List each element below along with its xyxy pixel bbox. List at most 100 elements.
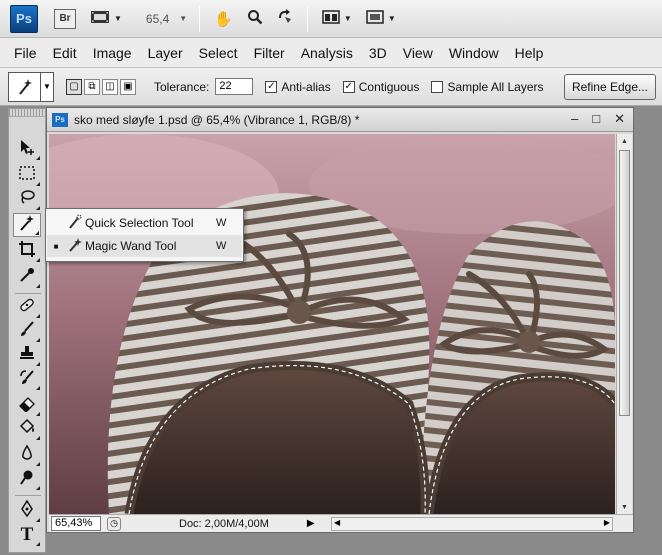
new-selection-button[interactable]: ▢: [66, 78, 82, 95]
divider: [15, 293, 41, 294]
magic-wand-tool[interactable]: [13, 213, 41, 237]
flyout-item-label: Magic Wand Tool: [85, 239, 177, 253]
submenu-indicator-icon: [36, 284, 40, 288]
clone-stamp-tool[interactable]: [13, 343, 41, 367]
sample-all-layers-checkbox[interactable]: Sample All Layers: [431, 80, 544, 94]
maximize-icon[interactable]: □: [592, 111, 600, 127]
flyout-item-shortcut: W: [216, 217, 227, 229]
subtract-from-selection-button[interactable]: ◫: [102, 78, 118, 95]
checkbox-unchecked-icon: [431, 80, 444, 93]
menu-filter[interactable]: Filter: [246, 45, 293, 61]
magic-wand-icon: [9, 72, 41, 101]
hand-tool-button[interactable]: ✋: [214, 10, 233, 28]
scroll-up-icon[interactable]: ▲: [617, 134, 632, 148]
submenu-indicator-icon: [36, 486, 40, 490]
screen-mode-button[interactable]: ▼: [366, 9, 396, 29]
vertical-scrollbar[interactable]: ▲ ▼: [616, 134, 632, 514]
close-icon[interactable]: ✕: [614, 111, 625, 127]
arrange-documents-button[interactable]: ▼: [322, 9, 352, 29]
pen-tool[interactable]: [13, 499, 41, 523]
refine-edge-button[interactable]: Refine Edge...: [564, 74, 656, 100]
horizontal-scrollbar[interactable]: ◀ ▶: [331, 517, 613, 531]
tolerance-input[interactable]: 22: [215, 78, 254, 95]
chevron-down-icon: ▼: [343, 14, 352, 23]
launch-bridge-button[interactable]: Br: [54, 8, 76, 29]
dodge-tool[interactable]: [13, 467, 41, 491]
eraser-tool[interactable]: [13, 393, 41, 417]
selected-bullet-icon: ■: [53, 241, 59, 251]
submenu-indicator-icon: [36, 412, 40, 416]
lasso-icon: [18, 188, 36, 211]
menu-3d[interactable]: 3D: [361, 45, 395, 61]
type-tool[interactable]: T: [13, 523, 41, 547]
scroll-down-icon[interactable]: ▼: [617, 500, 632, 514]
view-extras-button[interactable]: ▼: [90, 9, 122, 29]
document-title-bar[interactable]: Ps sko med sløyfe 1.psd @ 65,4% (Vibranc…: [47, 108, 633, 132]
quick-selection-icon: [65, 214, 85, 233]
menu-file[interactable]: File: [6, 45, 45, 61]
panel-grip[interactable]: [9, 109, 45, 117]
chevron-down-icon: ▼: [43, 82, 51, 91]
document-type-icon: Ps: [52, 112, 68, 127]
minimize-icon[interactable]: ‒: [571, 111, 578, 127]
history-brush-tool[interactable]: [13, 367, 41, 391]
submenu-indicator-icon: [35, 231, 39, 235]
flyout-item-label: Quick Selection Tool: [85, 216, 194, 230]
scroll-left-icon[interactable]: ◀: [334, 518, 340, 527]
intersect-selection-button[interactable]: ▣: [120, 78, 136, 95]
scroll-right-icon[interactable]: ▶: [604, 518, 610, 527]
magic-wand-icon: [65, 237, 85, 256]
status-info-icon[interactable]: ◷: [107, 516, 121, 531]
move-icon: [18, 138, 36, 161]
pen-icon: [18, 499, 36, 523]
chevron-down-icon: ▼: [114, 14, 122, 23]
type-icon: T: [20, 524, 34, 545]
crop-tool[interactable]: [13, 239, 41, 263]
menu-edit[interactable]: Edit: [45, 45, 85, 61]
scrollbar-thumb[interactable]: [619, 150, 630, 416]
add-to-selection-button[interactable]: ⧉: [84, 78, 100, 95]
checkbox-checked-icon: ✓: [342, 80, 355, 93]
submenu-indicator-icon: [36, 542, 40, 546]
flyout-item-magic-wand[interactable]: ■ Magic Wand Tool W: [47, 235, 242, 257]
contiguous-checkbox[interactable]: ✓ Contiguous: [342, 79, 420, 94]
brush-tool[interactable]: [13, 319, 41, 343]
paint-bucket-icon: [18, 418, 36, 441]
status-menu-arrow-icon[interactable]: ▶: [307, 518, 315, 529]
marquee-tool[interactable]: [13, 163, 41, 187]
window-controls: ‒ □ ✕: [571, 111, 625, 127]
status-bar: 65,43% ◷ Doc: 2,00M/4,00M ▶ ◀ ▶: [49, 514, 633, 532]
healing-brush-tool[interactable]: [13, 295, 41, 319]
anti-alias-checkbox[interactable]: ✓ Anti-alias: [265, 80, 331, 94]
menu-image[interactable]: Image: [85, 45, 140, 61]
image-canvas[interactable]: [49, 134, 615, 514]
rotate-view-button[interactable]: [277, 8, 295, 29]
menu-view[interactable]: View: [395, 45, 441, 61]
eyedropper-tool[interactable]: [13, 265, 41, 289]
stamp-icon: [18, 344, 36, 367]
magic-wand-icon: [18, 214, 36, 237]
blur-tool[interactable]: [13, 443, 41, 467]
menu-analysis[interactable]: Analysis: [293, 45, 361, 61]
divider: [15, 495, 41, 496]
menu-layer[interactable]: Layer: [140, 45, 191, 61]
new-selection-icon: ▢: [69, 81, 79, 92]
lasso-tool[interactable]: [13, 187, 41, 211]
eraser-icon: [18, 394, 36, 417]
photoshop-logo: Ps: [10, 4, 38, 33]
paint-bucket-tool[interactable]: [13, 417, 41, 441]
zoom-level-select[interactable]: 65,4 ▼: [146, 12, 187, 26]
submenu-indicator-icon: [36, 338, 40, 342]
submenu-indicator-icon: [36, 518, 40, 522]
zoom-field[interactable]: 65,43%: [51, 516, 101, 531]
contiguous-label: Contiguous: [358, 79, 420, 94]
tool-preset-picker[interactable]: ▼: [8, 71, 54, 102]
submenu-indicator-icon: [36, 386, 40, 390]
document-window: Ps sko med sløyfe 1.psd @ 65,4% (Vibranc…: [46, 107, 634, 533]
menu-help[interactable]: Help: [507, 45, 552, 61]
move-tool[interactable]: [13, 137, 41, 161]
flyout-item-quick-selection[interactable]: Quick Selection Tool W: [47, 212, 242, 234]
menu-select[interactable]: Select: [191, 45, 246, 61]
menu-window[interactable]: Window: [441, 45, 507, 61]
zoom-tool-button[interactable]: [247, 9, 263, 29]
